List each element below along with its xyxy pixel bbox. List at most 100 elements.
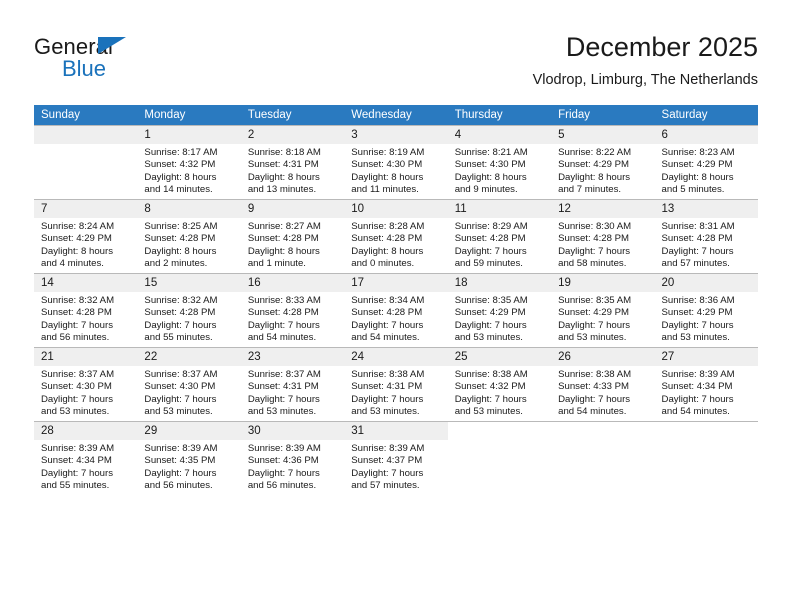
day-number <box>654 422 758 440</box>
day-number: 31 <box>344 422 448 440</box>
day-cell[interactable]: 27 Sunrise: 8:39 AM Sunset: 4:34 PM Dayl… <box>654 347 758 421</box>
day-cell[interactable]: 15 Sunrise: 8:32 AM Sunset: 4:28 PM Dayl… <box>137 273 241 347</box>
daylight-text-line2: and 53 minutes. <box>454 332 523 344</box>
calendar-cell[interactable] <box>654 421 758 495</box>
calendar-cell[interactable]: 13 Sunrise: 8:31 AM Sunset: 4:28 PM Dayl… <box>654 199 758 273</box>
calendar-cell[interactable]: 11 Sunrise: 8:29 AM Sunset: 4:28 PM Dayl… <box>447 199 552 273</box>
calendar-cell[interactable] <box>551 421 655 495</box>
day-number: 28 <box>34 422 138 440</box>
day-cell[interactable]: 7 Sunrise: 8:24 AM Sunset: 4:29 PM Dayli… <box>34 199 138 273</box>
day-cell[interactable]: 5 Sunrise: 8:22 AM Sunset: 4:29 PM Dayli… <box>551 125 655 199</box>
calendar-cell[interactable]: 31 Sunrise: 8:39 AM Sunset: 4:37 PM Dayl… <box>344 421 448 495</box>
day-cell[interactable]: 9 Sunrise: 8:27 AM Sunset: 4:28 PM Dayli… <box>240 199 345 273</box>
calendar-cell[interactable] <box>447 421 552 495</box>
day-cell[interactable]: 19 Sunrise: 8:35 AM Sunset: 4:29 PM Dayl… <box>551 273 655 347</box>
day-cell[interactable]: 1 Sunrise: 8:17 AM Sunset: 4:32 PM Dayli… <box>137 125 241 199</box>
calendar-cell[interactable]: 2 Sunrise: 8:18 AM Sunset: 4:31 PM Dayli… <box>240 125 345 199</box>
day-cell[interactable]: 11 Sunrise: 8:29 AM Sunset: 4:28 PM Dayl… <box>447 199 552 273</box>
day-cell[interactable]: 10 Sunrise: 8:28 AM Sunset: 4:28 PM Dayl… <box>344 199 448 273</box>
calendar-cell[interactable]: 8 Sunrise: 8:25 AM Sunset: 4:28 PM Dayli… <box>137 199 241 273</box>
weekday-header-wednesday: Wednesday <box>344 105 448 125</box>
sunset-text: Sunset: 4:29 PM <box>558 159 630 171</box>
daylight-text-line1: Daylight: 7 hours <box>558 393 631 405</box>
day-cell[interactable]: 24 Sunrise: 8:38 AM Sunset: 4:31 PM Dayl… <box>344 347 448 421</box>
day-cell[interactable]: 31 Sunrise: 8:39 AM Sunset: 4:37 PM Dayl… <box>344 421 448 495</box>
calendar-cell[interactable]: 18 Sunrise: 8:35 AM Sunset: 4:29 PM Dayl… <box>447 273 552 347</box>
day-cell[interactable]: 16 Sunrise: 8:33 AM Sunset: 4:28 PM Dayl… <box>240 273 345 347</box>
day-cell[interactable]: 23 Sunrise: 8:37 AM Sunset: 4:31 PM Dayl… <box>240 347 345 421</box>
day-cell[interactable]: 4 Sunrise: 8:21 AM Sunset: 4:30 PM Dayli… <box>447 125 552 199</box>
day-number: 16 <box>240 274 345 292</box>
day-cell[interactable]: 12 Sunrise: 8:30 AM Sunset: 4:28 PM Dayl… <box>551 199 655 273</box>
day-cell[interactable]: 18 Sunrise: 8:35 AM Sunset: 4:29 PM Dayl… <box>447 273 552 347</box>
day-cell[interactable]: 20 Sunrise: 8:36 AM Sunset: 4:29 PM Dayl… <box>654 273 758 347</box>
daylight-text-line2: and 11 minutes. <box>351 184 419 196</box>
daylight-text-line2: and 53 minutes. <box>558 332 627 344</box>
calendar-cell[interactable]: 28 Sunrise: 8:39 AM Sunset: 4:34 PM Dayl… <box>34 421 138 495</box>
day-cell[interactable]: 14 Sunrise: 8:32 AM Sunset: 4:28 PM Dayl… <box>34 273 138 347</box>
sunrise-text: Sunrise: 8:30 AM <box>558 221 632 232</box>
calendar-cell[interactable]: 20 Sunrise: 8:36 AM Sunset: 4:29 PM Dayl… <box>654 273 758 347</box>
calendar-cell[interactable]: 29 Sunrise: 8:39 AM Sunset: 4:35 PM Dayl… <box>137 421 241 495</box>
calendar-cell[interactable]: 4 Sunrise: 8:21 AM Sunset: 4:30 PM Dayli… <box>447 125 552 199</box>
calendar-cell[interactable]: 26 Sunrise: 8:38 AM Sunset: 4:33 PM Dayl… <box>551 347 655 421</box>
day-cell[interactable]: 13 Sunrise: 8:31 AM Sunset: 4:28 PM Dayl… <box>654 199 758 273</box>
day-cell[interactable]: 28 Sunrise: 8:39 AM Sunset: 4:34 PM Dayl… <box>34 421 138 495</box>
daylight-text-line2: and 56 minutes. <box>41 332 110 344</box>
calendar-cell[interactable]: 23 Sunrise: 8:37 AM Sunset: 4:31 PM Dayl… <box>240 347 345 421</box>
sunrise-text: Sunrise: 8:28 AM <box>351 221 425 232</box>
day-cell[interactable]: 3 Sunrise: 8:19 AM Sunset: 4:30 PM Dayli… <box>344 125 448 199</box>
day-number <box>551 422 655 440</box>
day-cell[interactable] <box>447 421 552 495</box>
sunrise-text: Sunrise: 8:35 AM <box>454 295 528 306</box>
day-cell[interactable]: 17 Sunrise: 8:34 AM Sunset: 4:28 PM Dayl… <box>344 273 448 347</box>
daylight-text-line1: Daylight: 8 hours <box>454 171 527 183</box>
calendar-cell[interactable]: 21 Sunrise: 8:37 AM Sunset: 4:30 PM Dayl… <box>34 347 138 421</box>
sunrise-text: Sunrise: 8:32 AM <box>41 295 115 306</box>
day-cell[interactable]: 8 Sunrise: 8:25 AM Sunset: 4:28 PM Dayli… <box>137 199 241 273</box>
day-cell[interactable]: 21 Sunrise: 8:37 AM Sunset: 4:30 PM Dayl… <box>34 347 138 421</box>
day-cell[interactable]: 30 Sunrise: 8:39 AM Sunset: 4:36 PM Dayl… <box>240 421 345 495</box>
calendar-cell[interactable]: 14 Sunrise: 8:32 AM Sunset: 4:28 PM Dayl… <box>34 273 138 347</box>
day-cell[interactable]: 22 Sunrise: 8:37 AM Sunset: 4:30 PM Dayl… <box>137 347 241 421</box>
day-cell[interactable] <box>654 421 758 495</box>
calendar-cell[interactable]: 10 Sunrise: 8:28 AM Sunset: 4:28 PM Dayl… <box>344 199 448 273</box>
calendar-cell[interactable]: 30 Sunrise: 8:39 AM Sunset: 4:36 PM Dayl… <box>240 421 345 495</box>
weekday-header-tuesday: Tuesday <box>240 105 345 125</box>
day-cell[interactable]: 29 Sunrise: 8:39 AM Sunset: 4:35 PM Dayl… <box>137 421 241 495</box>
weekday-header-monday: Monday <box>137 105 241 125</box>
day-cell[interactable]: 26 Sunrise: 8:38 AM Sunset: 4:33 PM Dayl… <box>551 347 655 421</box>
day-info: Sunrise: 8:39 AM Sunset: 4:37 PM Dayligh… <box>344 440 447 493</box>
calendar-cell[interactable]: 3 Sunrise: 8:19 AM Sunset: 4:30 PM Dayli… <box>344 125 448 199</box>
calendar-week-row: 1 Sunrise: 8:17 AM Sunset: 4:32 PM Dayli… <box>34 125 758 199</box>
calendar-cell[interactable]: 22 Sunrise: 8:37 AM Sunset: 4:30 PM Dayl… <box>137 347 241 421</box>
day-number: 17 <box>344 274 448 292</box>
calendar-cell[interactable]: 5 Sunrise: 8:22 AM Sunset: 4:29 PM Dayli… <box>551 125 655 199</box>
calendar-cell[interactable]: 6 Sunrise: 8:23 AM Sunset: 4:29 PM Dayli… <box>654 125 758 199</box>
day-cell[interactable]: 6 Sunrise: 8:23 AM Sunset: 4:29 PM Dayli… <box>654 125 758 199</box>
calendar-cell[interactable]: 25 Sunrise: 8:38 AM Sunset: 4:32 PM Dayl… <box>447 347 552 421</box>
day-cell[interactable]: 25 Sunrise: 8:38 AM Sunset: 4:32 PM Dayl… <box>447 347 552 421</box>
calendar-cell[interactable]: 27 Sunrise: 8:39 AM Sunset: 4:34 PM Dayl… <box>654 347 758 421</box>
sunset-text: Sunset: 4:29 PM <box>661 307 733 319</box>
calendar-cell[interactable]: 19 Sunrise: 8:35 AM Sunset: 4:29 PM Dayl… <box>551 273 655 347</box>
day-info: Sunrise: 8:37 AM Sunset: 4:31 PM Dayligh… <box>241 366 344 419</box>
day-number: 11 <box>447 200 552 218</box>
calendar-week-row: 21 Sunrise: 8:37 AM Sunset: 4:30 PM Dayl… <box>34 347 758 421</box>
day-cell[interactable] <box>34 125 138 199</box>
calendar-cell[interactable]: 15 Sunrise: 8:32 AM Sunset: 4:28 PM Dayl… <box>137 273 241 347</box>
daylight-text-line2: and 13 minutes. <box>247 184 317 196</box>
calendar-cell[interactable]: 9 Sunrise: 8:27 AM Sunset: 4:28 PM Dayli… <box>240 199 345 273</box>
day-cell[interactable] <box>551 421 655 495</box>
day-cell[interactable]: 2 Sunrise: 8:18 AM Sunset: 4:31 PM Dayli… <box>240 125 345 199</box>
calendar-cell[interactable]: 17 Sunrise: 8:34 AM Sunset: 4:28 PM Dayl… <box>344 273 448 347</box>
day-number: 23 <box>240 348 345 366</box>
calendar-cell[interactable]: 24 Sunrise: 8:38 AM Sunset: 4:31 PM Dayl… <box>344 347 448 421</box>
calendar-cell[interactable]: 7 Sunrise: 8:24 AM Sunset: 4:29 PM Dayli… <box>34 199 138 273</box>
calendar-cell[interactable] <box>34 125 138 199</box>
calendar-cell[interactable]: 1 Sunrise: 8:17 AM Sunset: 4:32 PM Dayli… <box>137 125 241 199</box>
daylight-text-line1: Daylight: 7 hours <box>454 245 527 257</box>
day-info: Sunrise: 8:23 AM Sunset: 4:29 PM Dayligh… <box>655 144 758 197</box>
calendar-cell[interactable]: 16 Sunrise: 8:33 AM Sunset: 4:28 PM Dayl… <box>240 273 345 347</box>
calendar-cell[interactable]: 12 Sunrise: 8:30 AM Sunset: 4:28 PM Dayl… <box>551 199 655 273</box>
